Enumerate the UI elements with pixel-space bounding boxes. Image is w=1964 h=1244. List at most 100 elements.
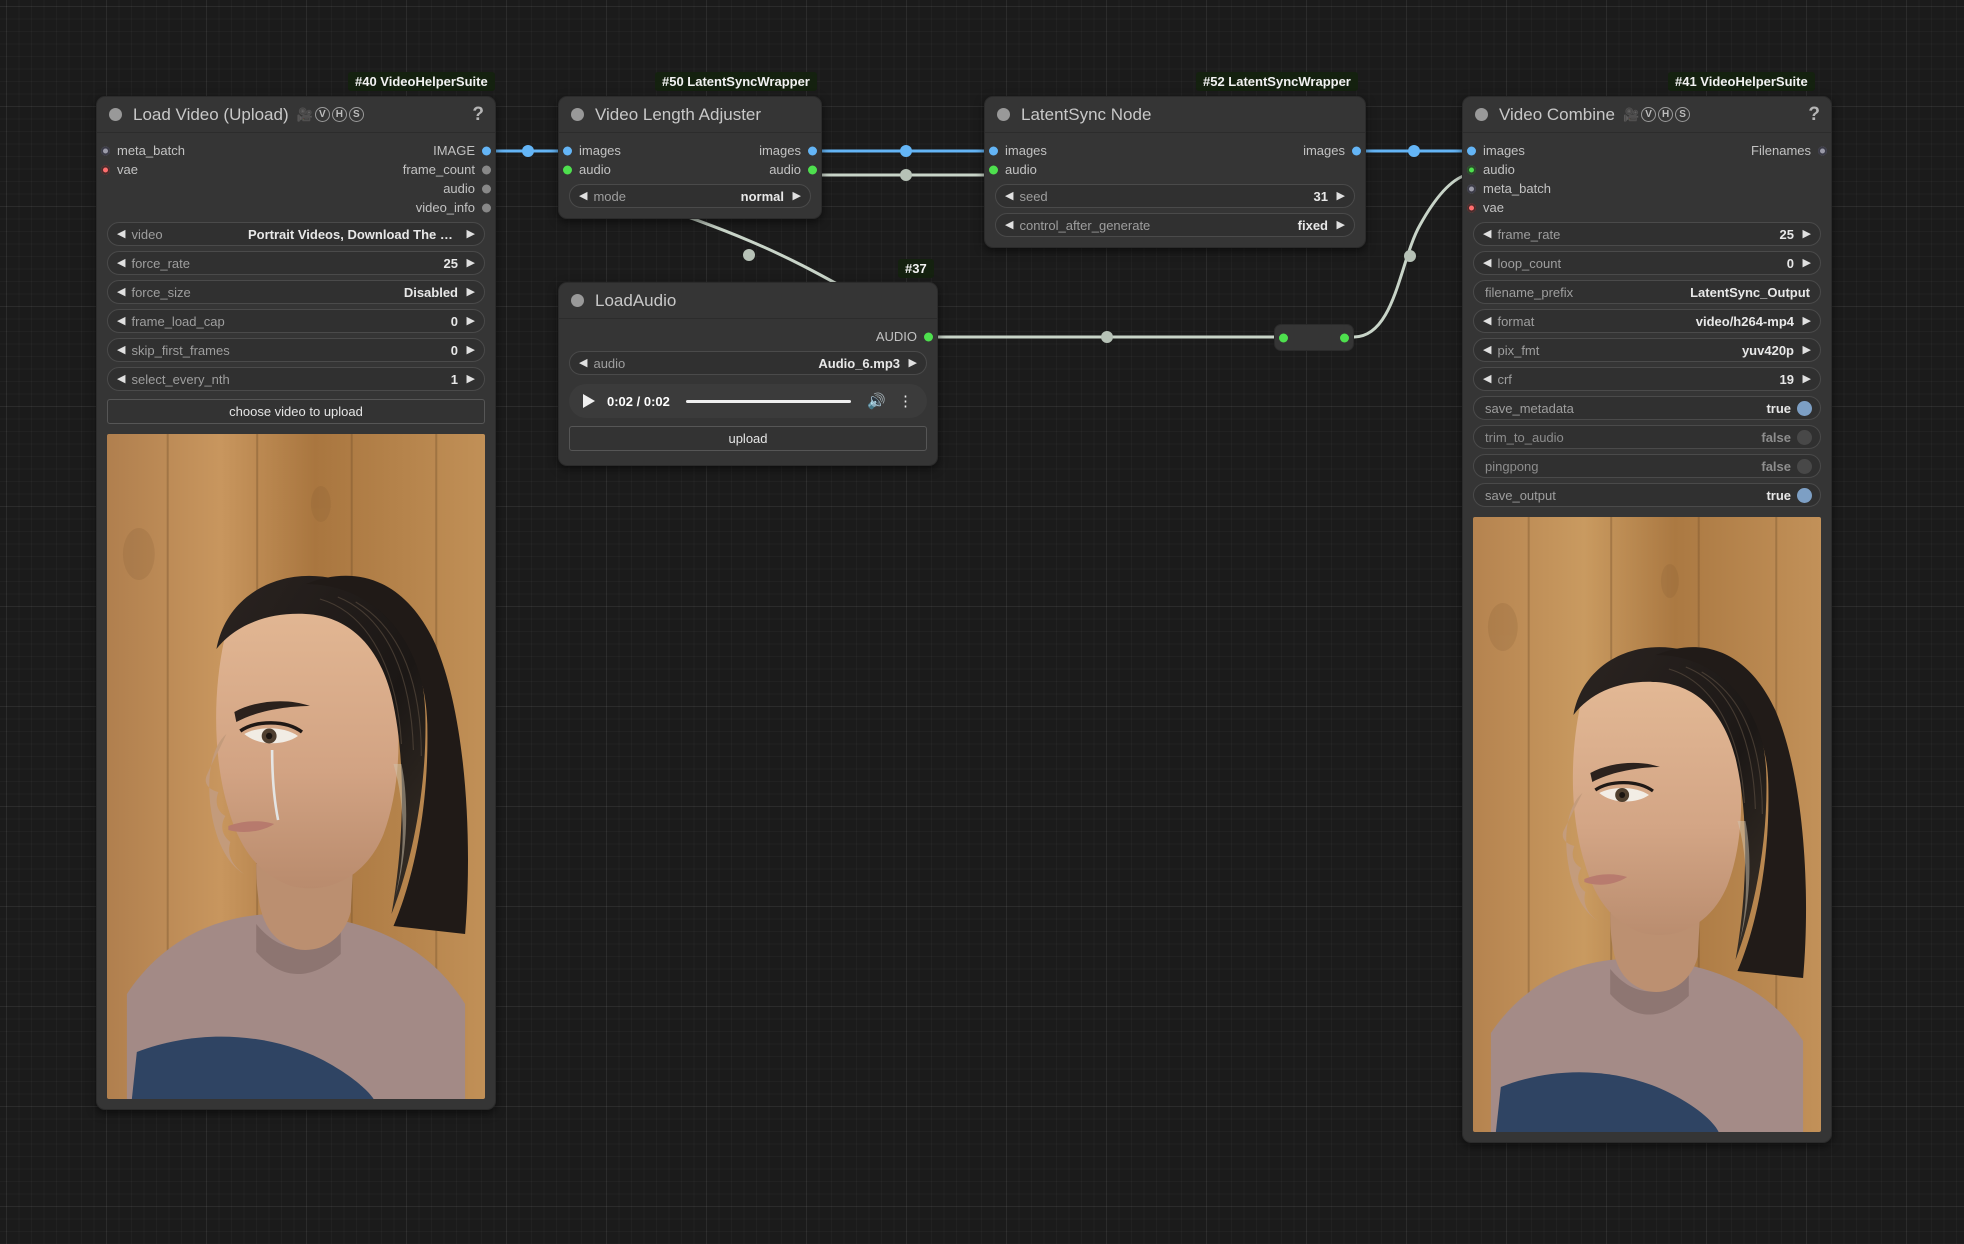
choose-video-to-upload-button[interactable]: choose video to upload [107,399,485,424]
reroute-output-dot[interactable] [1340,333,1349,342]
collapse-toggle-icon[interactable] [997,108,1010,121]
input-dot-vae[interactable] [101,165,110,174]
help-icon[interactable]: ? [1808,104,1820,126]
node-video-length-adjuster[interactable]: Video Length Adjuster images images audi… [558,96,822,219]
increment-icon[interactable]: ▶ [1337,190,1345,202]
output-dot-filenames[interactable] [1818,146,1827,155]
decrement-icon[interactable]: ◀ [1483,373,1491,385]
node-load-video[interactable]: Load Video (Upload) 🎥 V H S ? meta_batch… [96,96,496,1110]
volume-icon[interactable]: 🔊 [867,392,886,410]
increment-icon[interactable]: ▶ [467,315,475,327]
widget-force-rate[interactable]: ◀ force_rate 25 ▶ [107,251,485,275]
input-dot-images[interactable] [989,146,998,155]
increment-icon[interactable]: ▶ [1803,373,1811,385]
widget-frame-rate[interactable]: ◀ frame_rate 25 ▶ [1473,222,1821,246]
upload-audio-button[interactable]: upload [569,426,927,451]
decrement-icon[interactable]: ◀ [579,357,587,369]
decrement-icon[interactable]: ◀ [117,344,125,356]
decrement-icon[interactable]: ◀ [1483,257,1491,269]
widget-save-metadata[interactable]: save_metadata true [1473,396,1821,420]
toggle-icon-save-metadata[interactable] [1797,400,1812,416]
input-dot-images[interactable] [563,146,572,155]
help-icon[interactable]: ? [472,104,484,126]
widget-seed[interactable]: ◀ seed 31 ▶ [995,184,1355,208]
play-icon[interactable] [583,394,595,408]
input-dot-audio[interactable] [1467,165,1476,174]
decrement-icon[interactable]: ◀ [579,190,587,202]
increment-icon[interactable]: ▶ [467,257,475,269]
increment-icon[interactable]: ▶ [467,228,475,240]
output-dot-images[interactable] [808,146,817,155]
node-title-latentsync[interactable]: LatentSync Node [985,97,1365,133]
decrement-icon[interactable]: ◀ [117,228,125,240]
increment-icon[interactable]: ▶ [467,286,475,298]
audio-player[interactable]: 0:02 / 0:02 🔊 ⋮ [569,384,927,418]
output-dot-image[interactable] [482,146,491,155]
increment-icon[interactable]: ▶ [1803,257,1811,269]
input-dot-images[interactable] [1467,146,1476,155]
widget-trim-to-audio[interactable]: trim_to_audio false [1473,425,1821,449]
node-title-load-video[interactable]: Load Video (Upload) 🎥 V H S ? [97,97,495,133]
increment-icon[interactable]: ▶ [793,190,801,202]
input-dot-meta-batch[interactable] [101,146,110,155]
increment-icon[interactable]: ▶ [909,357,917,369]
widget-mode[interactable]: ◀ mode normal ▶ [569,184,811,208]
decrement-icon[interactable]: ◀ [117,373,125,385]
node-video-combine[interactable]: Video Combine 🎥 V H S ? images Filenames… [1462,96,1832,1143]
widget-pingpong[interactable]: pingpong false [1473,454,1821,478]
widget-select-every-nth[interactable]: ◀ select_every_nth 1 ▶ [107,367,485,391]
collapse-toggle-icon[interactable] [1475,108,1488,121]
widget-format[interactable]: ◀ format video/h264-mp4 ▶ [1473,309,1821,333]
toggle-icon-trim-to-audio[interactable] [1797,429,1812,445]
decrement-icon[interactable]: ◀ [1005,190,1013,202]
increment-icon[interactable]: ▶ [467,373,475,385]
output-dot-video-info[interactable] [482,203,491,212]
decrement-icon[interactable]: ◀ [1005,219,1013,231]
output-dot-audio[interactable] [808,165,817,174]
output-dot-frame-count[interactable] [482,165,491,174]
increment-icon[interactable]: ▶ [1803,315,1811,327]
node-title-video-combine[interactable]: Video Combine 🎥 V H S ? [1463,97,1831,133]
widget-save-output[interactable]: save_output true [1473,483,1821,507]
node-load-audio[interactable]: LoadAudio AUDIO ◀ audio Audio_6.mp3 ▶ 0:… [558,282,938,466]
decrement-icon[interactable]: ◀ [1483,344,1491,356]
input-dot-audio[interactable] [989,165,998,174]
output-dot-audio[interactable] [924,332,933,341]
audio-progress-bar[interactable] [685,399,852,403]
increment-icon[interactable]: ▶ [1803,344,1811,356]
kebab-menu-icon[interactable]: ⋮ [898,392,913,410]
reroute-node-audio[interactable] [1274,324,1354,351]
decrement-icon[interactable]: ◀ [1483,315,1491,327]
decrement-icon[interactable]: ◀ [117,315,125,327]
node-title-load-audio[interactable]: LoadAudio [559,283,937,319]
input-dot-vae[interactable] [1467,203,1476,212]
increment-icon[interactable]: ▶ [1337,219,1345,231]
output-dot-images[interactable] [1352,146,1361,155]
node-graph-canvas[interactable]: #40 VideoHelperSuite Load Video (Upload)… [0,0,1964,1244]
widget-audio[interactable]: ◀ audio Audio_6.mp3 ▶ [569,351,927,375]
increment-icon[interactable]: ▶ [467,344,475,356]
widget-frame-load-cap[interactable]: ◀ frame_load_cap 0 ▶ [107,309,485,333]
node-latentsync[interactable]: LatentSync Node images images audio ◀ se… [984,96,1366,248]
widget-skip-first-frames[interactable]: ◀ skip_first_frames 0 ▶ [107,338,485,362]
widget-control-after-generate[interactable]: ◀ control_after_generate fixed ▶ [995,213,1355,237]
widget-force-size[interactable]: ◀ force_size Disabled ▶ [107,280,485,304]
decrement-icon[interactable]: ◀ [117,257,125,269]
increment-icon[interactable]: ▶ [1803,228,1811,240]
widget-filename-prefix[interactable]: filename_prefix LatentSync_Output [1473,280,1821,304]
input-dot-meta-batch[interactable] [1467,184,1476,193]
widget-pix-fmt[interactable]: ◀ pix_fmt yuv420p ▶ [1473,338,1821,362]
toggle-icon-save-output[interactable] [1797,487,1812,503]
toggle-icon-pingpong[interactable] [1797,458,1812,474]
widget-loop-count[interactable]: ◀ loop_count 0 ▶ [1473,251,1821,275]
collapse-toggle-icon[interactable] [109,108,122,121]
input-dot-audio[interactable] [563,165,572,174]
collapse-toggle-icon[interactable] [571,108,584,121]
widget-crf[interactable]: ◀ crf 19 ▶ [1473,367,1821,391]
output-dot-audio[interactable] [482,184,491,193]
widget-video[interactable]: ◀ video Portrait Videos, Download The BE… [107,222,485,246]
collapse-toggle-icon[interactable] [571,294,584,307]
reroute-input-dot[interactable] [1279,333,1288,342]
decrement-icon[interactable]: ◀ [117,286,125,298]
decrement-icon[interactable]: ◀ [1483,228,1491,240]
